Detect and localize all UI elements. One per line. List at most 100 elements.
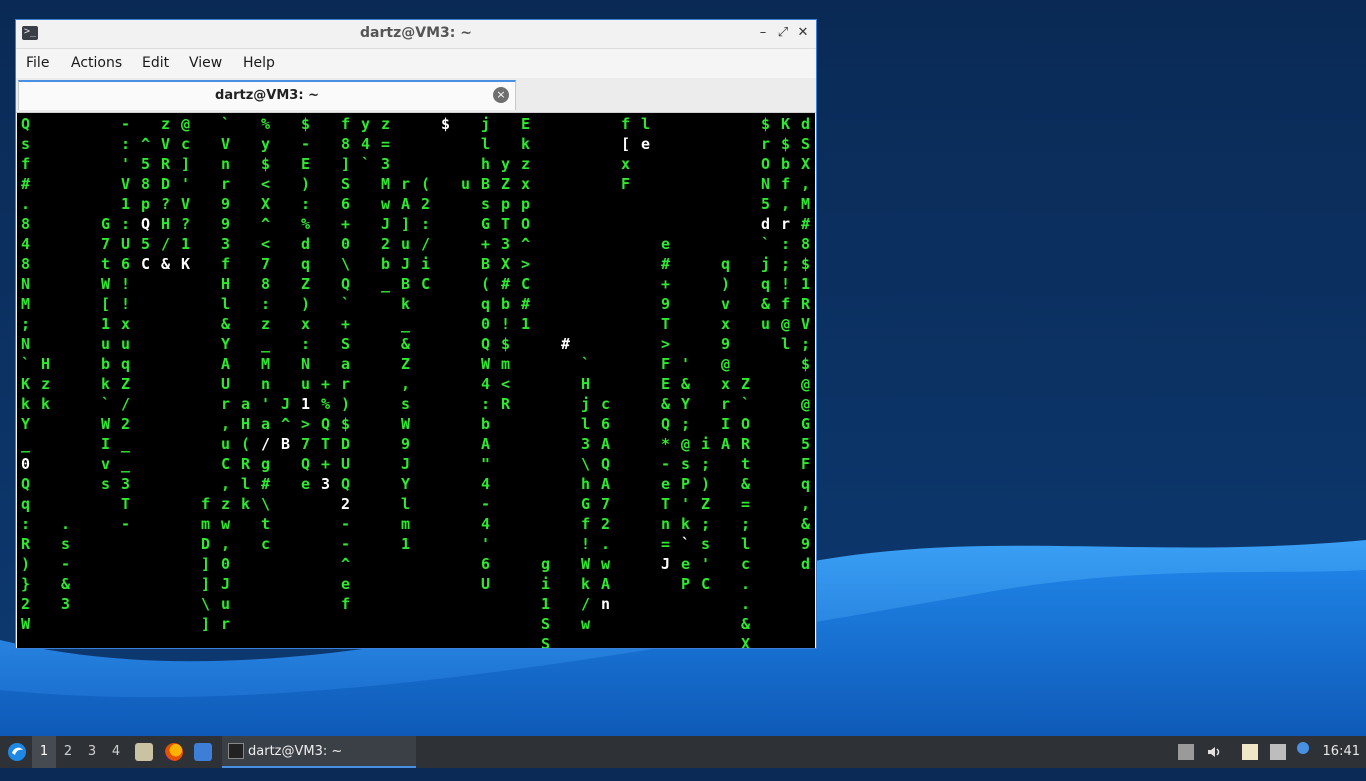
terminal-glyph: 1 — [801, 275, 810, 293]
terminal-text-canvas: Qsf#.848NM;N`KkY_0Qq:R)}2WHzk.s-&3G7tW[1… — [21, 115, 811, 648]
terminal-glyph: J — [221, 575, 230, 593]
terminal-glyph: k — [521, 135, 530, 153]
terminal-glyph: s — [21, 135, 30, 153]
terminal-glyph: O — [741, 415, 750, 433]
workspace-2[interactable]: 2 — [56, 736, 80, 768]
terminal-glyph: u — [401, 235, 410, 253]
terminal-glyph: l — [481, 135, 490, 153]
start-menu-button[interactable] — [4, 736, 30, 768]
terminal-glyph: 1 — [401, 535, 410, 553]
terminal-glyph: A — [601, 575, 610, 593]
terminal-glyph: b — [481, 415, 490, 433]
terminal-glyph: Y — [21, 415, 30, 433]
terminal-glyph: - — [341, 515, 350, 533]
terminal-glyph: T — [501, 215, 510, 233]
terminal-glyph: K — [781, 115, 790, 133]
clipboard-icon[interactable] — [1242, 744, 1258, 760]
workspace-1[interactable]: 1 — [32, 736, 56, 768]
close-button[interactable]: ✕ — [794, 24, 812, 42]
update-notifier-icon[interactable] — [1297, 742, 1309, 754]
menu-help[interactable]: Help — [243, 55, 275, 71]
workspace-3[interactable]: 3 — [80, 736, 104, 768]
tab-terminal[interactable]: dartz@VM3: ~ × — [18, 80, 516, 110]
terminal-glyph: 9 — [221, 195, 230, 213]
terminal-glyph: M — [801, 195, 810, 213]
terminal-glyph: u — [221, 435, 230, 453]
terminal-glyph: z — [261, 315, 270, 333]
terminal-glyph: N — [761, 175, 770, 193]
firefox-icon[interactable] — [165, 743, 183, 761]
tab-bar: dartz@VM3: ~ × — [16, 78, 816, 113]
terminal-glyph: 8 — [21, 255, 30, 273]
taskbar-task-terminal[interactable]: dartz@VM3: ~ — [222, 736, 416, 768]
terminal-glyph: x — [301, 315, 310, 333]
show-desktop-icon[interactable] — [194, 743, 212, 761]
terminal-glyph: l — [641, 115, 650, 133]
terminal-glyph: W — [481, 355, 491, 373]
menu-edit[interactable]: Edit — [142, 55, 169, 71]
terminal-glyph: $ — [341, 415, 350, 433]
terminal-glyph: l — [241, 475, 250, 493]
terminal-glyph: t — [741, 455, 750, 473]
menu-actions[interactable]: Actions — [71, 55, 122, 71]
terminal-glyph: ) — [341, 395, 350, 413]
terminal-glyph: # — [501, 275, 510, 293]
workspace-4[interactable]: 4 — [104, 736, 128, 768]
terminal-glyph: h — [481, 155, 490, 173]
terminal-glyph: V — [121, 175, 130, 193]
terminal-glyph: U — [121, 235, 130, 253]
eject-icon[interactable] — [1178, 744, 1194, 760]
terminal-glyph: g — [261, 455, 270, 473]
terminal-glyph: 3 — [121, 475, 130, 493]
volume-icon[interactable] — [1206, 744, 1222, 760]
minimize-button[interactable]: – — [754, 24, 772, 42]
tab-close-icon[interactable]: × — [493, 87, 509, 103]
terminal-glyph: 4 — [21, 235, 30, 253]
terminal-glyph: E — [301, 155, 310, 173]
terminal-glyph: f — [621, 115, 630, 133]
terminal-glyph: w — [581, 615, 591, 633]
terminal-glyph: ; — [701, 455, 710, 473]
terminal-glyph: x — [121, 315, 130, 333]
terminal-glyph: ' — [681, 355, 690, 373]
file-manager-icon[interactable] — [135, 743, 153, 761]
terminal-glyph: } — [21, 575, 30, 593]
terminal-glyph: & — [741, 615, 751, 633]
terminal-glyph: # — [521, 295, 530, 313]
terminal-output[interactable]: Qs f #. 8 4 8 N M; N ` Kk Y _ 0 Qq: R)} 2 W Hz k. s - & 3 G 7 t W[1… — [17, 113, 815, 648]
terminal-glyph: $ — [781, 135, 790, 153]
terminal-glyph: f — [201, 495, 210, 513]
terminal-glyph: A — [721, 435, 730, 453]
menu-view[interactable]: View — [189, 55, 222, 71]
terminal-glyph: f — [781, 175, 790, 193]
terminal-glyph: 3 — [581, 435, 590, 453]
terminal-glyph: C — [141, 255, 150, 273]
terminal-glyph: Q — [341, 275, 350, 293]
terminal-glyph: H — [161, 215, 170, 233]
terminal-glyph: ; — [801, 335, 810, 353]
terminal-glyph: 8 — [21, 215, 30, 233]
terminal-glyph: i — [421, 255, 430, 273]
terminal-glyph: & — [681, 375, 691, 393]
terminal-glyph: ] — [201, 575, 210, 593]
clock[interactable]: 16:41 — [1323, 736, 1360, 768]
terminal-glyph: ? — [181, 215, 190, 233]
window-titlebar[interactable]: >_ dartz@VM3: ~ – ⤢ ✕ — [16, 20, 816, 49]
network-icon[interactable] — [1270, 744, 1286, 760]
terminal-glyph: & — [61, 575, 71, 593]
terminal-window[interactable]: >_ dartz@VM3: ~ – ⤢ ✕ File Actions Edit … — [15, 19, 817, 649]
terminal-glyph: x — [721, 375, 730, 393]
terminal-glyph: m — [201, 515, 210, 533]
terminal-glyph: 4 — [481, 475, 490, 493]
menu-file[interactable]: File — [26, 55, 49, 71]
terminal-glyph: 5 — [141, 235, 150, 253]
terminal-glyph: f — [21, 155, 30, 173]
terminal-glyph: y — [261, 135, 270, 153]
terminal-glyph: ^ — [281, 415, 290, 433]
terminal-glyph: S — [341, 175, 350, 193]
terminal-glyph: & — [761, 295, 771, 313]
maximize-button[interactable]: ⤢ — [774, 24, 792, 42]
terminal-glyph: - — [661, 455, 670, 473]
terminal-glyph: p — [501, 195, 510, 213]
terminal-glyph: 4 — [361, 135, 370, 153]
